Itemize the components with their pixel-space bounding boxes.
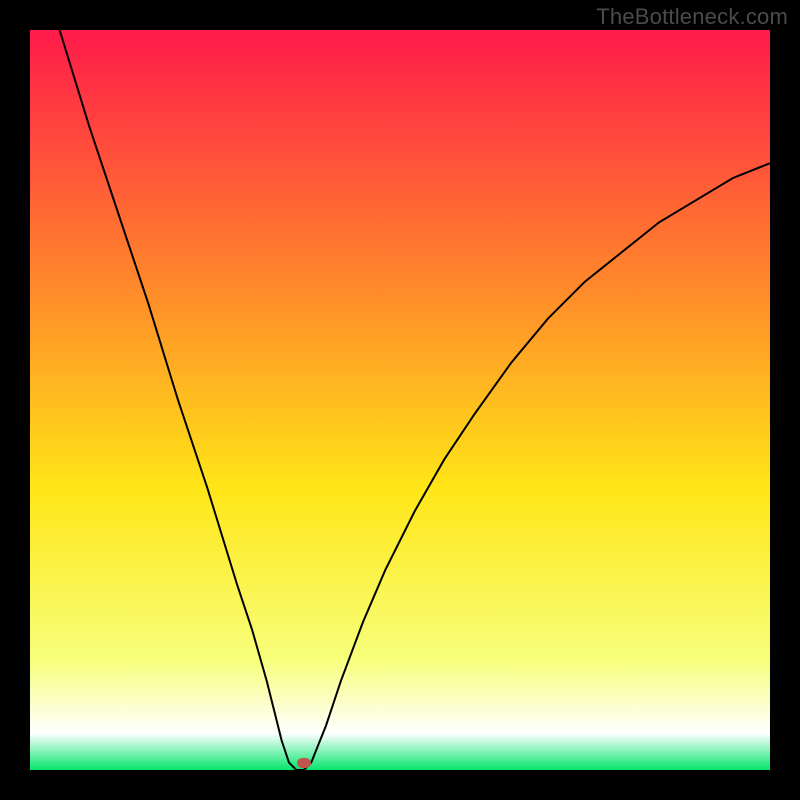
- watermark-label: TheBottleneck.com: [596, 4, 788, 30]
- bottleneck-curve: [30, 30, 770, 770]
- chart-canvas: TheBottleneck.com: [0, 0, 800, 800]
- optimum-marker: [297, 758, 311, 768]
- plot-area: [30, 30, 770, 770]
